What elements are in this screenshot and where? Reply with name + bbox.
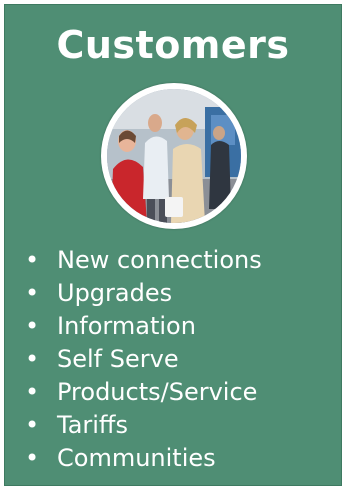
list-item: • Upgrades — [25, 276, 262, 309]
list-item-label: Upgrades — [57, 278, 173, 307]
people-photo-icon — [107, 89, 241, 223]
list-item-label: Products/Service — [57, 377, 258, 406]
list-item: • Communities — [25, 441, 262, 474]
photo-frame — [101, 83, 247, 229]
list-item-label: Communities — [57, 443, 216, 472]
customers-card: Customers • New connections • Upgrades •… — [4, 4, 342, 486]
list-item-label: Tariffs — [57, 410, 128, 439]
list-item-label: New connections — [57, 245, 262, 274]
list-item: • New connections — [25, 243, 262, 276]
list-item: • Products/Service — [25, 375, 262, 408]
list-item-label: Information — [57, 311, 196, 340]
list-item: • Self Serve — [25, 342, 262, 375]
bullet: • — [25, 344, 40, 373]
bullet: • — [25, 278, 40, 307]
card-title: Customers — [56, 23, 290, 67]
customer-services-list: • New connections • Upgrades • Information … — [25, 243, 262, 474]
bullet: • — [25, 410, 40, 439]
list-item-label: Self Serve — [57, 344, 179, 373]
list-item: • Tariffs — [25, 408, 262, 441]
list-item: • Information — [25, 309, 262, 342]
bullet: • — [25, 377, 40, 406]
bullet: • — [25, 443, 40, 472]
bullet: • — [25, 245, 40, 274]
bullet: • — [25, 311, 40, 340]
